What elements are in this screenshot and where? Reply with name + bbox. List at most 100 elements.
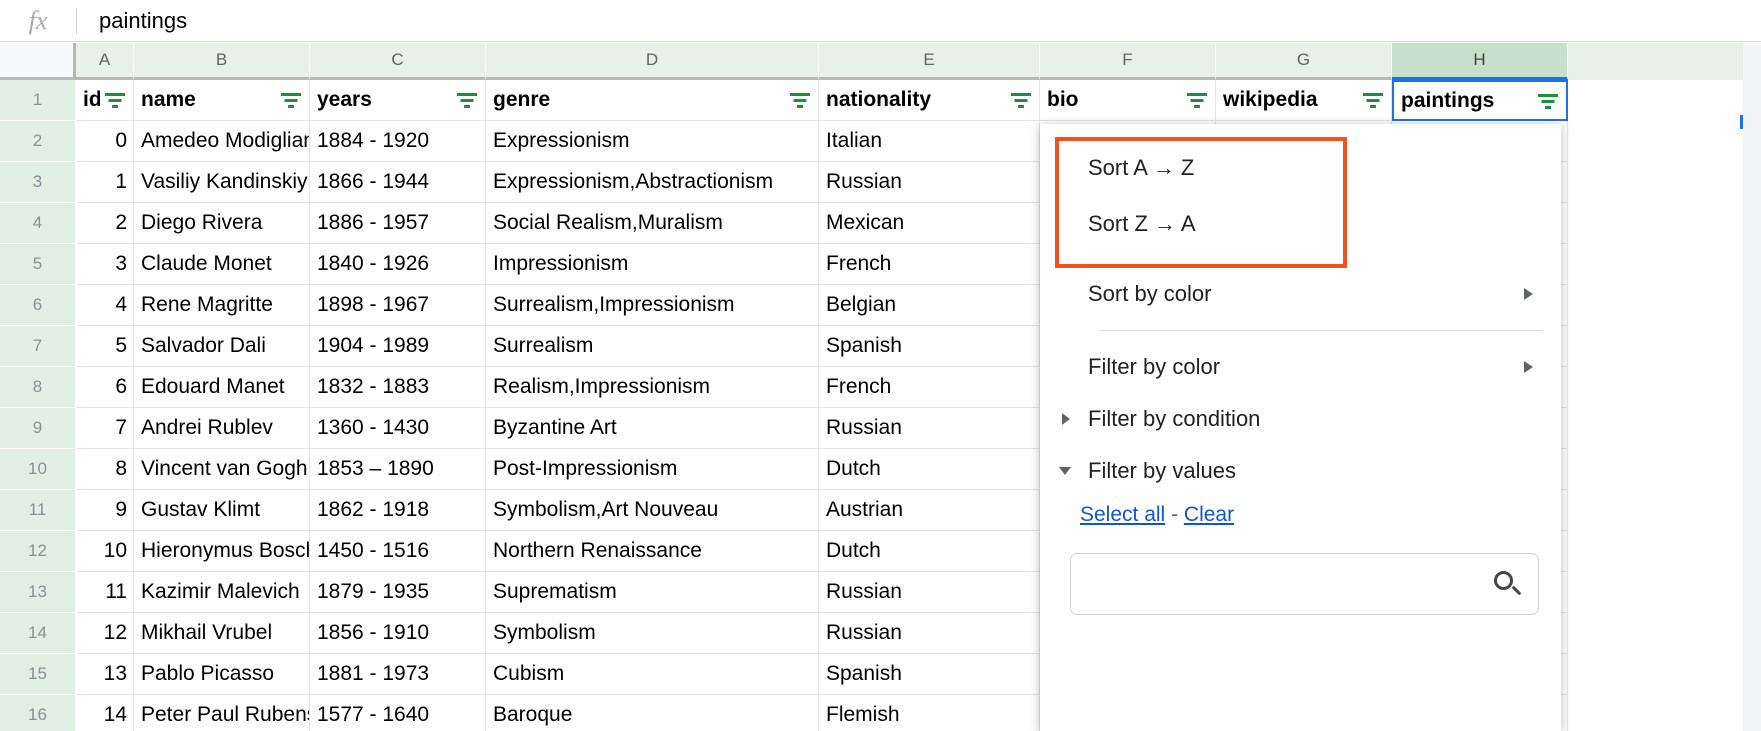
cell-B7[interactable]: Salvador Dali <box>134 326 310 367</box>
cell-A4[interactable]: 2 <box>76 203 134 244</box>
column-header-f[interactable]: F <box>1040 43 1216 80</box>
cell-B12[interactable]: Hieronymus Bosch <box>134 531 310 572</box>
cell-B5[interactable]: Claude Monet <box>134 244 310 285</box>
header-cell-genre[interactable]: genre <box>486 80 819 121</box>
header-cell-name[interactable]: name <box>134 80 310 121</box>
filter-search-input[interactable] <box>1087 571 1492 597</box>
filter-icon-c[interactable] <box>456 89 478 111</box>
cell-A16[interactable]: 14 <box>76 695 134 731</box>
cell-C9[interactable]: 1360 - 1430 <box>310 408 486 449</box>
cell-D3[interactable]: Expressionism,Abstractionism <box>486 162 819 203</box>
filter-icon-e[interactable] <box>1010 89 1032 111</box>
row-header-6[interactable]: 6 <box>0 285 76 326</box>
cell-D6[interactable]: Surrealism,Impressionism <box>486 285 819 326</box>
header-cell-id[interactable]: id <box>76 80 134 121</box>
cell-D10[interactable]: Post-Impressionism <box>486 449 819 490</box>
row-header-16[interactable]: 16 <box>0 695 76 731</box>
select-all-corner[interactable] <box>0 43 76 80</box>
cell-A12[interactable]: 10 <box>76 531 134 572</box>
cell-C6[interactable]: 1898 - 1967 <box>310 285 486 326</box>
select-all-link[interactable]: Select all <box>1080 503 1165 526</box>
cell-B15[interactable]: Pablo Picasso <box>134 654 310 695</box>
column-header-a[interactable]: A <box>76 43 134 80</box>
menu-item-filter-by-color[interactable]: Filter by color <box>1040 341 1561 393</box>
cell-E12[interactable]: Dutch <box>819 531 1040 572</box>
filter-icon-d[interactable] <box>789 89 811 111</box>
header-cell-bio[interactable]: bio <box>1040 80 1216 121</box>
formula-input[interactable] <box>99 7 1761 34</box>
cell-E11[interactable]: Austrian <box>819 490 1040 531</box>
cell-C5[interactable]: 1840 - 1926 <box>310 244 486 285</box>
menu-item-filter-by-values[interactable]: Filter by values <box>1040 445 1561 497</box>
row-header-11[interactable]: 11 <box>0 490 76 531</box>
cell-B6[interactable]: Rene Magritte <box>134 285 310 326</box>
cell-B2[interactable]: Amedeo Modigliani <box>134 121 310 162</box>
filter-icon-f[interactable] <box>1186 89 1208 111</box>
cell-D2[interactable]: Expressionism <box>486 121 819 162</box>
row-header-13[interactable]: 13 <box>0 572 76 613</box>
filter-icon-a[interactable] <box>104 89 126 111</box>
cell-C10[interactable]: 1853 – 1890 <box>310 449 486 490</box>
column-header-e[interactable]: E <box>819 43 1040 80</box>
cell-B10[interactable]: Vincent van Gogh <box>134 449 310 490</box>
cell-D15[interactable]: Cubism <box>486 654 819 695</box>
cell-C16[interactable]: 1577 - 1640 <box>310 695 486 731</box>
cell-C11[interactable]: 1862 - 1918 <box>310 490 486 531</box>
cell-A10[interactable]: 8 <box>76 449 134 490</box>
column-header-h[interactable]: H <box>1392 43 1568 80</box>
cell-B11[interactable]: Gustav Klimt <box>134 490 310 531</box>
cell-B14[interactable]: Mikhail Vrubel <box>134 613 310 654</box>
cell-B8[interactable]: Edouard Manet <box>134 367 310 408</box>
filter-search-box[interactable] <box>1070 553 1539 615</box>
cell-D5[interactable]: Impressionism <box>486 244 819 285</box>
header-cell-paintings[interactable]: paintings <box>1392 80 1568 121</box>
cell-E3[interactable]: Russian <box>819 162 1040 203</box>
cell-D14[interactable]: Symbolism <box>486 613 819 654</box>
row-header-1[interactable]: 1 <box>0 80 76 121</box>
cell-D13[interactable]: Suprematism <box>486 572 819 613</box>
column-header-d[interactable]: D <box>486 43 819 80</box>
row-header-14[interactable]: 14 <box>0 613 76 654</box>
cell-B3[interactable]: Vasiliy Kandinskiy <box>134 162 310 203</box>
row-header-7[interactable]: 7 <box>0 326 76 367</box>
menu-item-sort-by-color[interactable]: Sort by color <box>1040 268 1561 320</box>
column-header-b[interactable]: B <box>134 43 310 80</box>
cell-C3[interactable]: 1866 - 1944 <box>310 162 486 203</box>
cell-E2[interactable]: Italian <box>819 121 1040 162</box>
cell-C4[interactable]: 1886 - 1957 <box>310 203 486 244</box>
cell-D4[interactable]: Social Realism,Muralism <box>486 203 819 244</box>
cell-E6[interactable]: Belgian <box>819 285 1040 326</box>
cell-C13[interactable]: 1879 - 1935 <box>310 572 486 613</box>
filter-icon-b[interactable] <box>280 89 302 111</box>
cell-B13[interactable]: Kazimir Malevich <box>134 572 310 613</box>
menu-item-sort-a-z[interactable]: Sort A → Z <box>1040 140 1561 196</box>
cell-A11[interactable]: 9 <box>76 490 134 531</box>
filter-icon-h[interactable] <box>1537 90 1559 112</box>
cell-A3[interactable]: 1 <box>76 162 134 203</box>
cell-D9[interactable]: Byzantine Art <box>486 408 819 449</box>
row-header-15[interactable]: 15 <box>0 654 76 695</box>
cell-A6[interactable]: 4 <box>76 285 134 326</box>
row-header-9[interactable]: 9 <box>0 408 76 449</box>
column-header-g[interactable]: G <box>1216 43 1392 80</box>
filter-icon-g[interactable] <box>1362 89 1384 111</box>
cell-A2[interactable]: 0 <box>76 121 134 162</box>
cell-C2[interactable]: 1884 - 1920 <box>310 121 486 162</box>
cell-E5[interactable]: French <box>819 244 1040 285</box>
cell-E8[interactable]: French <box>819 367 1040 408</box>
cell-D16[interactable]: Baroque <box>486 695 819 731</box>
clear-link[interactable]: Clear <box>1184 503 1234 526</box>
row-header-12[interactable]: 12 <box>0 531 76 572</box>
header-cell-years[interactable]: years <box>310 80 486 121</box>
menu-item-filter-by-condition[interactable]: Filter by condition <box>1040 393 1561 445</box>
cell-C14[interactable]: 1856 - 1910 <box>310 613 486 654</box>
cell-D11[interactable]: Symbolism,Art Nouveau <box>486 490 819 531</box>
row-header-2[interactable]: 2 <box>0 121 76 162</box>
menu-item-sort-z-a[interactable]: Sort Z → A <box>1040 196 1561 252</box>
cell-C12[interactable]: 1450 - 1516 <box>310 531 486 572</box>
row-header-3[interactable]: 3 <box>0 162 76 203</box>
header-cell-wikipedia[interactable]: wikipedia <box>1216 80 1392 121</box>
column-header-c[interactable]: C <box>310 43 486 80</box>
cell-B9[interactable]: Andrei Rublev <box>134 408 310 449</box>
cell-E4[interactable]: Mexican <box>819 203 1040 244</box>
